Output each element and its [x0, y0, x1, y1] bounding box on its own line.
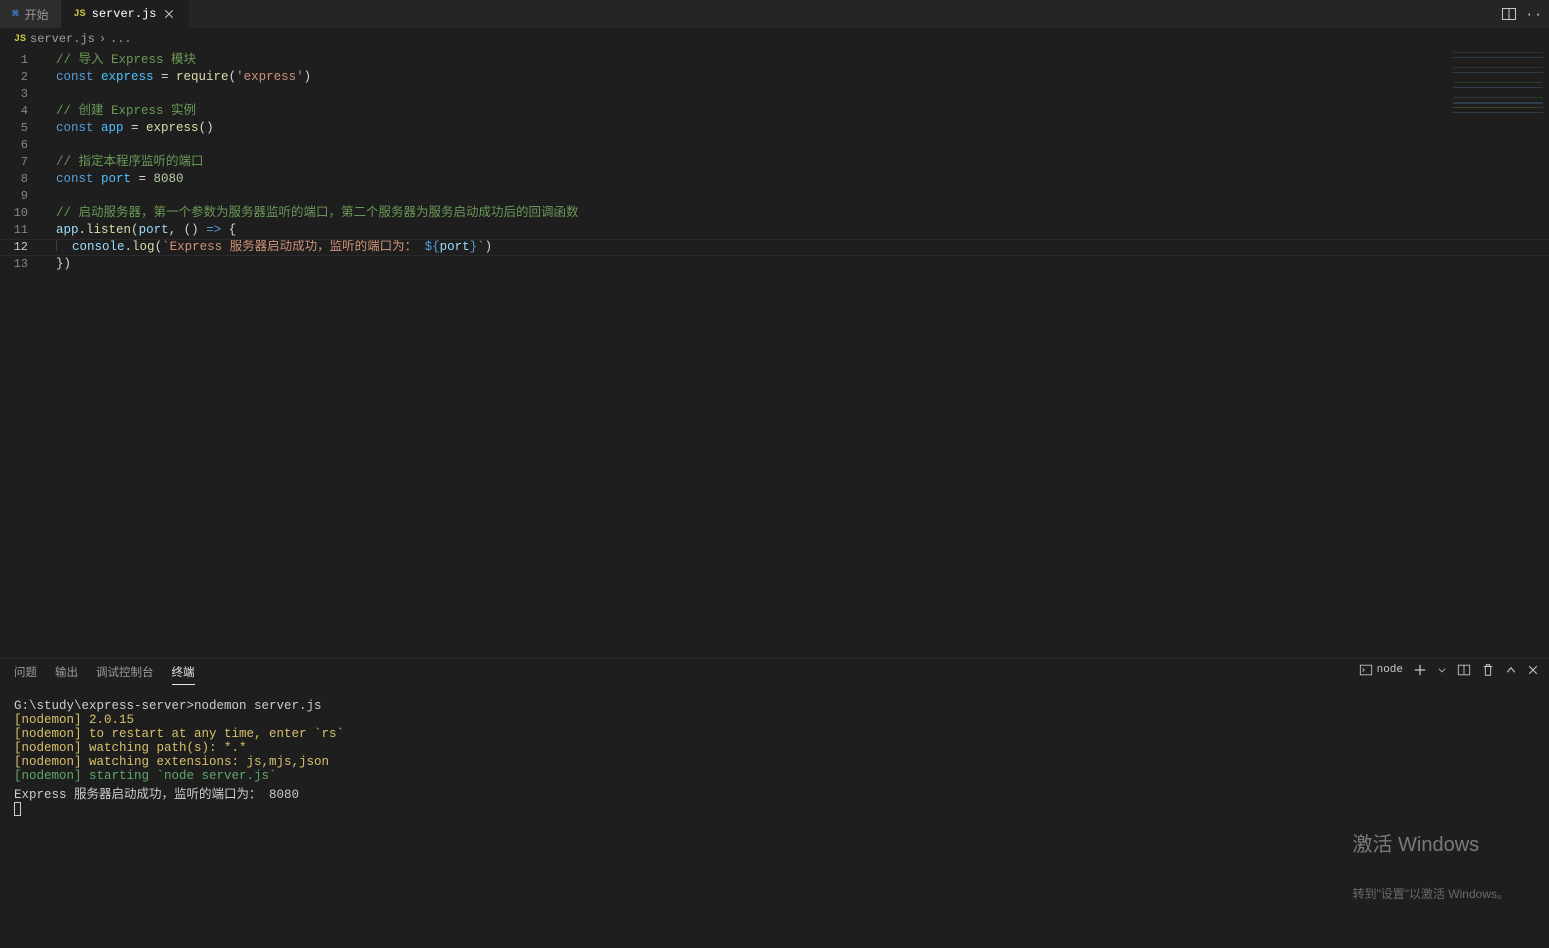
gutter: 12345678910111213	[0, 50, 46, 658]
line-number: 2	[0, 69, 46, 86]
breadcrumb[interactable]: JS server.js › ...	[0, 28, 1549, 50]
terminal-selector[interactable]: node	[1359, 663, 1403, 677]
line-number: 4	[0, 103, 46, 120]
terminal-line: [nodemon] to restart at any time, enter …	[14, 727, 1535, 741]
line-number: 5	[0, 120, 46, 137]
bottom-panel: 问题 输出 调试控制台 终端 node	[0, 658, 1549, 948]
panel-tabs: 问题 输出 调试控制台 终端 node	[0, 659, 1549, 689]
code-line[interactable]: })	[46, 256, 1549, 273]
panel-tab-problems[interactable]: 问题	[14, 664, 37, 684]
line-number: 8	[0, 171, 46, 188]
js-icon: JS	[14, 34, 26, 45]
panel-tab-output[interactable]: 输出	[55, 664, 78, 684]
watermark-subtitle: 转到"设置"以激活 Windows。	[1352, 885, 1509, 902]
line-number: 7	[0, 154, 46, 171]
js-icon: JS	[74, 9, 86, 20]
line-number: 3	[0, 86, 46, 103]
code-line[interactable]: // 导入 Express 模块	[46, 52, 1549, 69]
editor[interactable]: 12345678910111213 // 导入 Express 模块const …	[0, 50, 1549, 658]
code-line[interactable]: // 指定本程序监听的端口	[46, 154, 1549, 171]
terminal-line: [nodemon] starting `node server.js`	[14, 769, 1535, 783]
split-terminal-icon[interactable]	[1457, 663, 1471, 677]
windows-watermark: 激活 Windows 转到"设置"以激活 Windows。	[1352, 800, 1509, 930]
code-line[interactable]: console.log(`Express 服务器启动成功，监听的端口为： ${p…	[46, 239, 1549, 256]
kill-terminal-icon[interactable]	[1481, 663, 1495, 677]
line-number: 6	[0, 137, 46, 154]
line-number: 12	[0, 239, 46, 256]
code-line[interactable]	[46, 137, 1549, 154]
tab-label: 开始	[25, 6, 49, 23]
breadcrumb-sep: ›	[99, 32, 106, 46]
code-line[interactable]: // 启动服务器，第一个参数为服务器监听的端口，第二个服务器为服务启动成功后的回…	[46, 205, 1549, 222]
code-line[interactable]: // 创建 Express 实例	[46, 103, 1549, 120]
maximize-panel-icon[interactable]	[1505, 663, 1517, 677]
code-line[interactable]: const port = 8080	[46, 171, 1549, 188]
tabs-bar: ⌘ 开始 JS server.js ··	[0, 0, 1549, 28]
tab-actions: ··	[1495, 0, 1549, 28]
panel-tab-terminal[interactable]: 终端	[172, 664, 195, 685]
terminal-line: Express 服务器启动成功，监听的端口为： 8080	[14, 783, 1535, 802]
terminal-dropdown-icon[interactable]	[1437, 663, 1447, 677]
code-line[interactable]	[46, 188, 1549, 205]
code-line[interactable]: const app = express()	[46, 120, 1549, 137]
close-icon[interactable]	[162, 7, 176, 21]
terminal-line: [nodemon] watching path(s): *.*	[14, 741, 1535, 755]
minimap[interactable]	[1453, 52, 1543, 122]
code-area[interactable]: // 导入 Express 模块const express = require(…	[46, 50, 1549, 658]
line-number: 13	[0, 256, 46, 273]
code-line[interactable]: const express = require('express')	[46, 69, 1549, 86]
close-panel-icon[interactable]	[1527, 664, 1539, 676]
line-number: 9	[0, 188, 46, 205]
line-number: 11	[0, 222, 46, 239]
breadcrumb-rest: ...	[110, 32, 132, 46]
more-icon[interactable]: ··	[1525, 7, 1543, 22]
tab-welcome[interactable]: ⌘ 开始	[0, 0, 62, 28]
terminal-body[interactable]: G:\study\express-server>nodemon server.j…	[0, 689, 1549, 948]
breadcrumb-file: server.js	[30, 32, 95, 46]
code-line[interactable]	[46, 86, 1549, 103]
tab-serverjs[interactable]: JS server.js	[62, 0, 190, 28]
terminal-cursor	[14, 802, 1535, 818]
split-editor-icon[interactable]	[1501, 6, 1517, 22]
watermark-title: 激活 Windows	[1352, 828, 1509, 857]
code-line[interactable]: app.listen(port, () => {	[46, 222, 1549, 239]
terminal-line: G:\study\express-server>nodemon server.j…	[14, 699, 1535, 713]
vscode-icon: ⌘	[12, 7, 19, 21]
terminal-shell-name: node	[1377, 664, 1403, 676]
line-number: 10	[0, 205, 46, 222]
terminal-line: [nodemon] 2.0.15	[14, 713, 1535, 727]
panel-actions: node	[1359, 663, 1539, 677]
terminal-line: [nodemon] watching extensions: js,mjs,js…	[14, 755, 1535, 769]
tab-label: server.js	[92, 7, 157, 21]
line-number: 1	[0, 52, 46, 69]
panel-tab-debug[interactable]: 调试控制台	[96, 664, 154, 684]
new-terminal-icon[interactable]	[1413, 663, 1427, 677]
